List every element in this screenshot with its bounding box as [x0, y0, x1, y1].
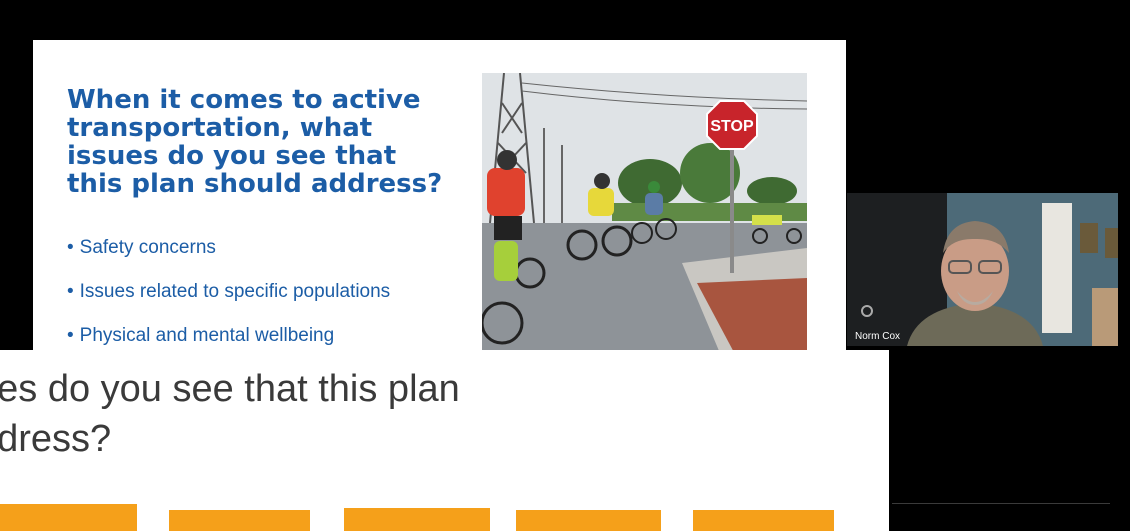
- slide-bullet: • Issues related to specific populations: [67, 281, 391, 302]
- poll-question: ues do you see that this plan ddress?: [0, 368, 460, 460]
- divider: [892, 503, 1110, 504]
- participant-video-tile[interactable]: Norm Cox: [847, 193, 1118, 346]
- poll-result-bar: [169, 510, 310, 531]
- slide-bullet-list: • Safety concerns • Issues related to spec…: [67, 236, 390, 360]
- poll-result-bar: [344, 508, 490, 531]
- poll-result-bar: [693, 510, 834, 531]
- cyclists-photo: STOP: [482, 73, 807, 358]
- poll-results-panel: ues do you see that this plan ddress?: [0, 350, 889, 531]
- participant-video-feed: [847, 193, 1118, 346]
- poll-result-bar: [516, 510, 661, 531]
- participant-name-label: Norm Cox: [855, 331, 901, 342]
- stop-sign-text: STOP: [710, 118, 754, 135]
- shared-slide: When it comes to active transportation, …: [33, 40, 846, 360]
- poll-result-bar: [0, 504, 137, 531]
- slide-title: When it comes to active transportation, …: [67, 85, 443, 199]
- slide-bullet: • Safety concerns: [67, 237, 216, 258]
